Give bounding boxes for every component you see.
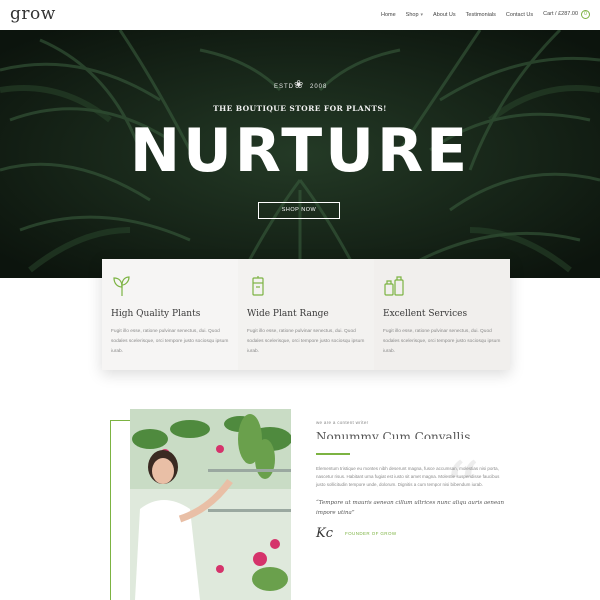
shop-now-button[interactable]: SHOP NOW (258, 202, 340, 219)
cart-count-badge: 0 (581, 10, 590, 19)
feature-card: Excellent Services Fugit illo esse, rati… (374, 259, 510, 370)
hero-banner: ESTD ❀ 2008 THE BOUTIQUE STORE FOR PLANT… (0, 30, 600, 278)
founder-photo (130, 409, 291, 600)
chevron-down-icon: ▾ (420, 11, 424, 18)
nav-home[interactable]: Home (381, 12, 396, 18)
plant-icon: ❀ (294, 79, 304, 91)
estd-year: 2008 (310, 84, 328, 90)
feature-title: High Quality Plants (111, 309, 201, 319)
about-title: Nonummy Cum Convallis (316, 430, 471, 439)
site-header: grow Home Shop ▾ About Us Testimonials Co… (0, 0, 600, 30)
nav-about-us[interactable]: About Us (433, 12, 456, 18)
nav-shop-label: Shop (405, 11, 419, 18)
watering-can-icon (384, 276, 404, 296)
hero-title: NURTURE (129, 116, 471, 186)
hero-content: ESTD ❀ 2008 THE BOUTIQUE STORE FOR PLANT… (0, 30, 600, 278)
hero-tagline: THE BOUTIQUE STORE FOR PLANTS! (213, 104, 387, 113)
cart-link[interactable]: Cart / £287.00 0 (543, 10, 590, 19)
sprout-icon (113, 276, 130, 296)
nav-testimonials[interactable]: Testimonials (466, 12, 496, 18)
about-kicker: we are a content writer (316, 420, 369, 425)
feature-title: Wide Plant Range (247, 309, 329, 319)
feature-card: Wide Plant Range Fugit illo esse, ration… (238, 259, 374, 370)
photo-frame-accent (110, 420, 130, 600)
feature-card: High Quality Plants Fugit illo esse, rat… (102, 259, 238, 370)
features-panel: High Quality Plants Fugit illo esse, rat… (102, 259, 510, 370)
cart-label: Cart / £287.00 (543, 11, 578, 17)
feature-text: Fugit illo esse, ratione pulvinar senect… (247, 329, 365, 354)
about-body: Elementum tristique eu montes nibh deser… (316, 465, 500, 487)
established-badge: ESTD ❀ 2008 (250, 79, 350, 96)
plant-pot-icon (252, 276, 264, 296)
main-nav: Home Shop ▾ About Us Testimonials Contact… (381, 10, 590, 19)
feature-text: Fugit illo esse, ratione pulvinar senect… (111, 329, 229, 354)
estd-label: ESTD (274, 84, 295, 90)
feature-text: Fugit illo esse, ratione pulvinar senect… (383, 329, 501, 354)
site-logo[interactable]: grow (10, 4, 56, 24)
nav-shop[interactable]: Shop ▾ (406, 12, 423, 18)
divider (316, 453, 350, 455)
founder-label: FOUNDER OF GROW (345, 530, 397, 536)
nav-contact-us[interactable]: Contact Us (506, 12, 533, 18)
logo-text: grow (10, 4, 56, 24)
founder-signature: Kc (316, 525, 333, 541)
feature-title: Excellent Services (383, 309, 468, 319)
about-section: “ we are a content writer Nonummy Cum Co… (316, 420, 506, 541)
